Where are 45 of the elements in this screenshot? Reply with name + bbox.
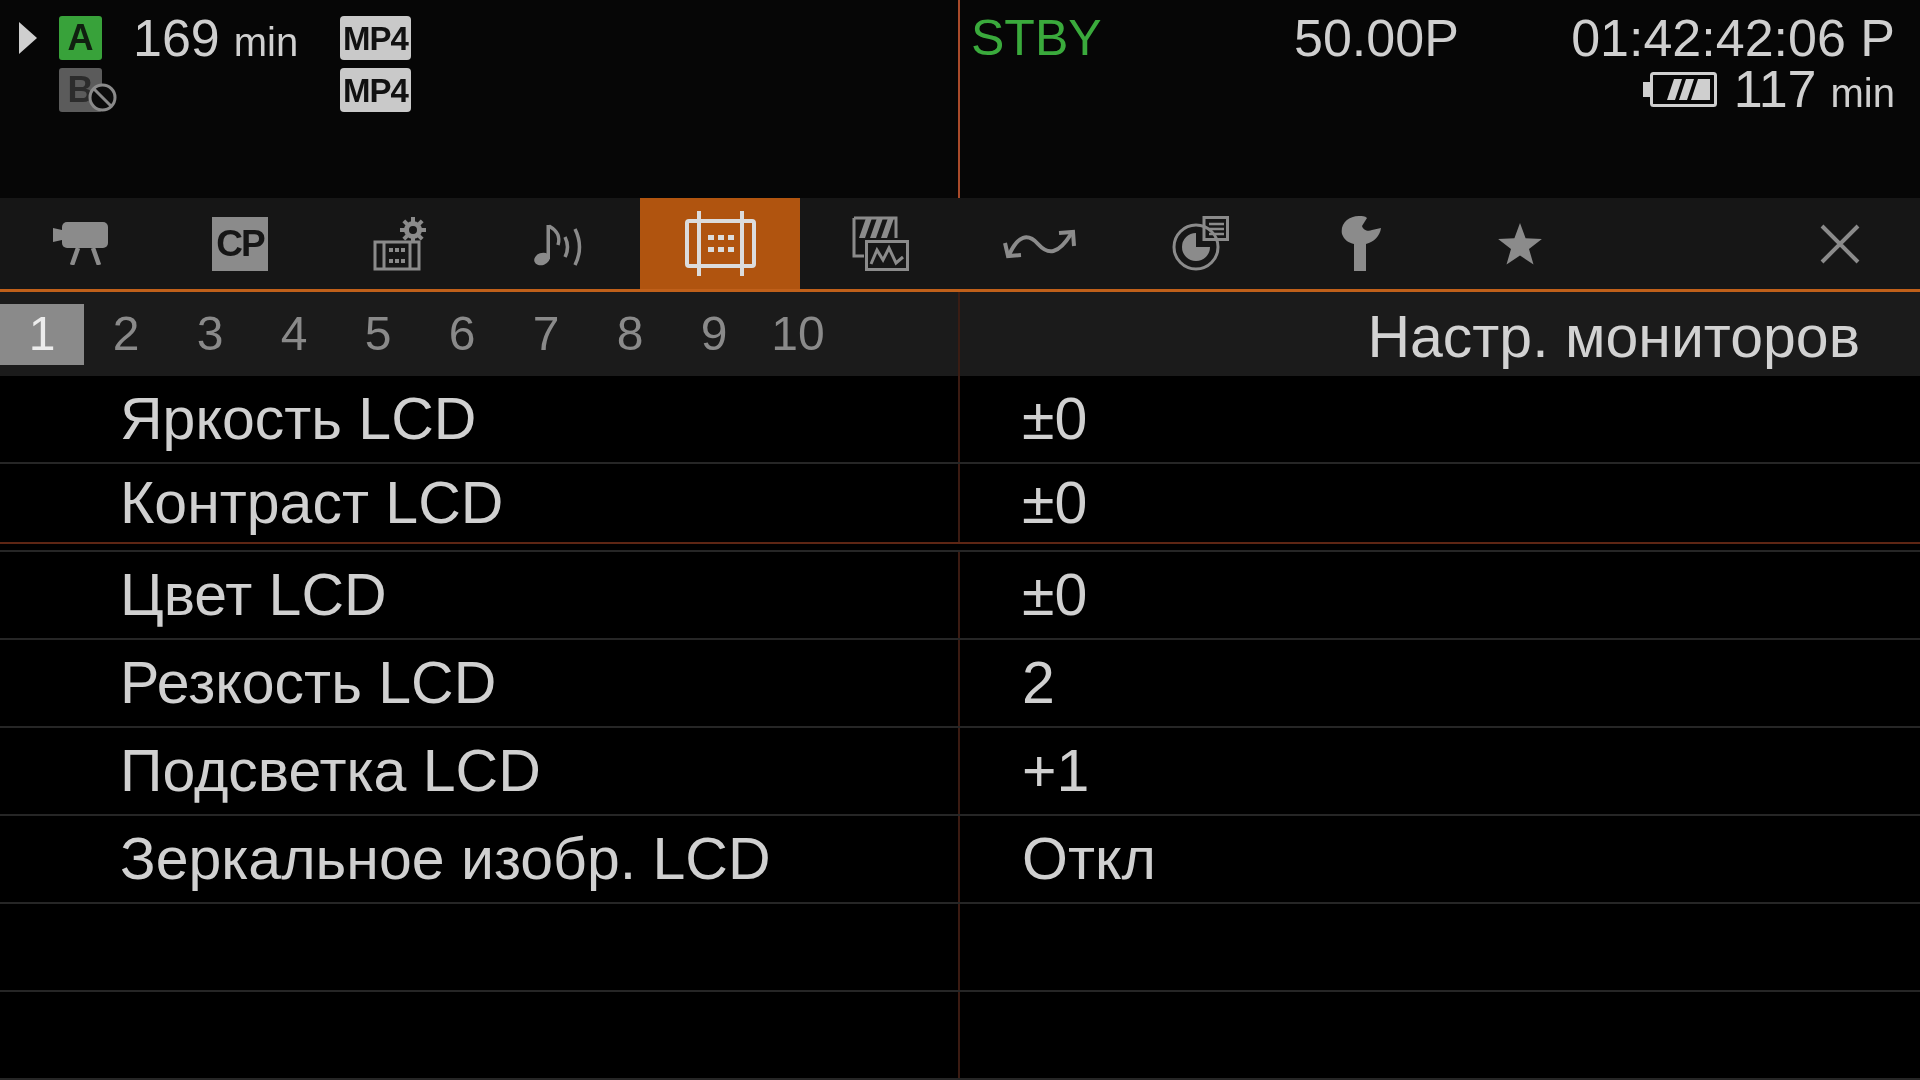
setting-value: Откл (1022, 829, 1156, 889)
wrench-icon (1339, 216, 1381, 271)
page-tab[interactable]: 10 (756, 303, 840, 365)
setting-label[interactable]: Цвет LCD (120, 565, 387, 625)
stripes-waveform-icon (851, 216, 909, 271)
setting-label[interactable]: Резкость LCD (120, 653, 497, 713)
page-tab[interactable]: 6 (420, 303, 504, 365)
page-tab[interactable]: 3 (168, 303, 252, 365)
setting-value: +1 (1022, 741, 1090, 801)
movie-camera-icon (52, 222, 108, 265)
record-mode: STBY (971, 13, 1103, 63)
format-badge: MP4 (340, 16, 411, 60)
setting-value: 2 (1022, 653, 1055, 713)
menu-tab[interactable] (640, 198, 800, 289)
time-unit: min (233, 22, 299, 62)
page-tab[interactable]: 2 (84, 303, 168, 365)
close-icon (1820, 223, 1860, 264)
time-code: 01:42:42:06 P (1571, 12, 1895, 64)
time-unit: min (1830, 73, 1895, 113)
card-slot-badge: A (59, 16, 102, 60)
battery-icon (1642, 70, 1718, 108)
remaining-time: 169 (133, 12, 220, 64)
setting-label[interactable]: Контраст LCD (120, 473, 504, 533)
star-icon (1497, 222, 1543, 265)
setting-value: ±0 (1022, 565, 1088, 625)
page-tab[interactable]: 7 (504, 303, 588, 365)
film-gear-icon (373, 216, 427, 271)
battery-time: 117 (1733, 63, 1817, 115)
setting-value: ±0 (1022, 473, 1088, 533)
setting-value: ±0 (1022, 389, 1088, 449)
film-strip-icon (683, 211, 757, 276)
setting-label[interactable]: Зеркальное изобр. LCD (120, 829, 771, 889)
frame-rate: 50.00P (1294, 12, 1460, 64)
page-tab[interactable]: 8 (588, 303, 672, 365)
page-tab[interactable]: 9 (672, 303, 756, 365)
page-tab[interactable]: 5 (336, 303, 420, 365)
setting-label[interactable]: Подсветка LCD (120, 741, 541, 801)
setting-label[interactable]: Яркость LCD (120, 389, 477, 449)
menu-title: Настр. мониторов (1367, 307, 1860, 367)
page-tab[interactable]: 1 (0, 303, 84, 365)
disc-list-icon (1171, 216, 1229, 271)
curve-arrows-icon (1002, 228, 1078, 259)
menu-tab[interactable]: CP (160, 198, 320, 289)
format-badge: MP4 (340, 68, 411, 112)
page-tab[interactable]: 4 (252, 303, 336, 365)
